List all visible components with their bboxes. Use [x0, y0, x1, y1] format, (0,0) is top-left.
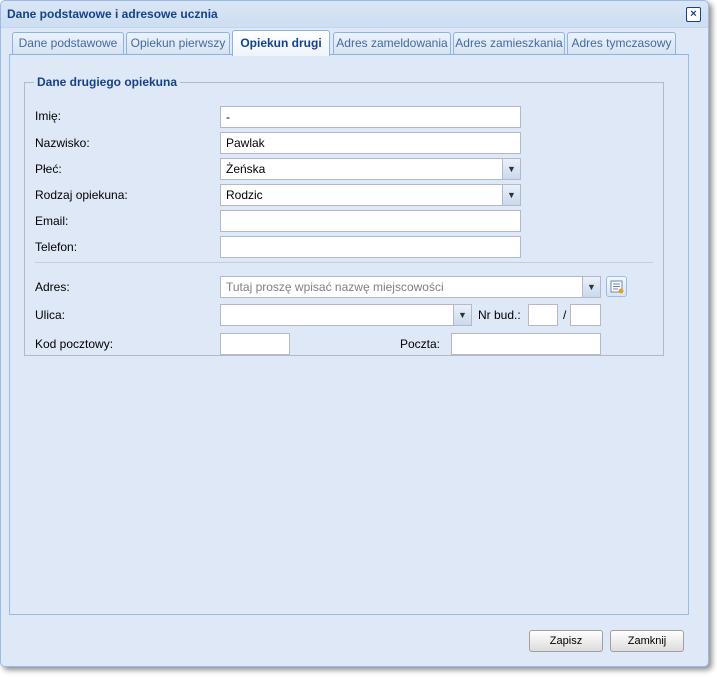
dialog-window: Dane podstawowe i adresowe ucznia × Dane…	[0, 0, 709, 667]
close-button[interactable]: Zamknij	[610, 630, 684, 652]
telefon-label: Telefon:	[35, 240, 78, 254]
nr-bud-label: Nr bud.:	[478, 308, 521, 322]
telefon-field[interactable]	[220, 236, 521, 258]
address-book-icon[interactable]	[606, 276, 627, 297]
nazwisko-field[interactable]: Pawlak	[220, 132, 521, 154]
tab-adres-tymczasowy[interactable]: Adres tymczasowy	[567, 32, 676, 54]
close-icon[interactable]: ×	[686, 7, 701, 22]
guardian-fieldset: Dane drugiego opiekuna Imię: - Nazwisko:…	[24, 75, 664, 356]
fieldset-legend: Dane drugiego opiekuna	[37, 75, 178, 89]
imie-field[interactable]: -	[220, 106, 521, 128]
plec-label: Płeć:	[35, 162, 62, 176]
email-field[interactable]	[220, 210, 521, 232]
tab-opiekun-drugi[interactable]: Opiekun drugi	[232, 30, 330, 56]
chevron-down-icon[interactable]: ▼	[453, 305, 471, 325]
tab-opiekun-pierwszy[interactable]: Opiekun pierwszy	[126, 32, 230, 54]
plec-select[interactable]: Żeńska ▼	[220, 158, 521, 180]
adres-combo[interactable]: Tutaj proszę wpisać nazwę miejscowości ▼	[220, 276, 601, 298]
poczta-label: Poczta:	[400, 337, 441, 351]
kod-pocztowy-field[interactable]	[220, 333, 290, 355]
window-title: Dane podstawowe i adresowe ucznia	[7, 7, 218, 21]
tab-adres-zamieszkania[interactable]: Adres zamieszkania	[453, 32, 565, 54]
rodzaj-value: Rodzic	[226, 188, 263, 202]
nazwisko-label: Nazwisko:	[35, 136, 90, 150]
kod-label: Kod pocztowy:	[35, 337, 114, 351]
chevron-down-icon[interactable]: ▼	[502, 159, 520, 179]
ulica-label: Ulica:	[35, 308, 66, 322]
plec-value: Żeńska	[226, 162, 266, 176]
tab-adres-zameldowania[interactable]: Adres zameldowania	[333, 32, 451, 54]
rodzaj-select[interactable]: Rodzic ▼	[220, 184, 521, 206]
tab-panel: Dane drugiego opiekuna Imię: - Nazwisko:…	[9, 55, 689, 615]
save-button[interactable]: Zapisz	[529, 630, 603, 652]
nr-bud-separator: /	[563, 308, 567, 322]
adres-placeholder: Tutaj proszę wpisać nazwę miejscowości	[226, 280, 444, 294]
chevron-down-icon[interactable]: ▼	[582, 277, 600, 297]
ulica-combo[interactable]: ▼	[220, 304, 472, 326]
adres-label: Adres:	[35, 280, 70, 294]
tab-dane-podstawowe[interactable]: Dane podstawowe	[12, 32, 124, 54]
imie-label: Imię:	[35, 109, 62, 123]
section-divider	[35, 262, 653, 263]
rodzaj-label: Rodzaj opiekuna:	[35, 188, 128, 202]
nr-lokalu-field[interactable]	[570, 304, 601, 326]
tab-strip: Dane podstawowe Opiekun pierwszy Opiekun…	[9, 30, 689, 56]
nr-bud-field[interactable]	[528, 304, 558, 326]
poczta-field[interactable]	[451, 333, 601, 355]
chevron-down-icon[interactable]: ▼	[502, 185, 520, 205]
title-bar: Dane podstawowe i adresowe ucznia ×	[1, 1, 708, 28]
email-label: Email:	[35, 214, 69, 228]
